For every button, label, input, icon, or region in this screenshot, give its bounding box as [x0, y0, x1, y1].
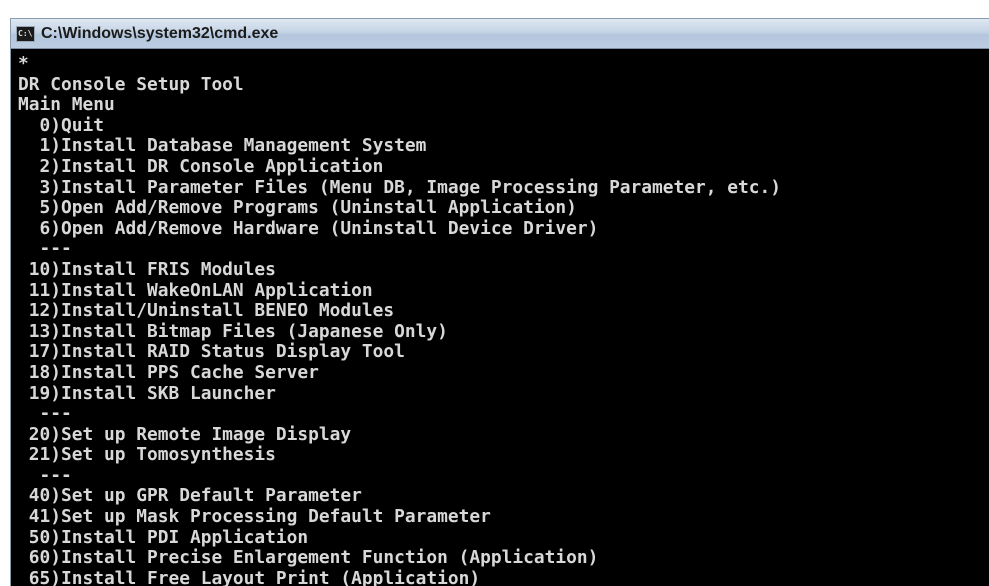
title-bar[interactable]: C:\ C:\Windows\system32\cmd.exe	[11, 19, 989, 49]
menu-item-40: 40)Set up GPR Default Parameter	[18, 486, 362, 507]
menu-item-19: 19)Install SKB Launcher	[18, 383, 276, 404]
menu-item-21: 21)Set up Tomosynthesis	[18, 445, 276, 466]
menu-item-17: 17)Install RAID Status Display Tool	[18, 342, 405, 363]
menu-separator: ---	[18, 404, 72, 425]
menu-item-2: 2)Install DR Console Application	[18, 156, 384, 177]
menu-item-6: 6)Open Add/Remove Hardware (Uninstall De…	[18, 218, 599, 239]
cmd-window: C:\ C:\Windows\system32\cmd.exe * DR Con…	[10, 18, 989, 586]
menu-separator: ---	[18, 465, 72, 486]
menu-item-5: 5)Open Add/Remove Programs (Uninstall Ap…	[18, 198, 577, 219]
menu-item-11: 11)Install WakeOnLAN Application	[18, 280, 373, 301]
menu-item-quit: 0)Quit	[18, 115, 104, 136]
menu-item-65: 65)Install Free Layout Print (Applicatio…	[18, 568, 481, 586]
menu-item-60: 60)Install Precise Enlargement Function …	[18, 548, 599, 569]
menu-item-50: 50)Install PDI Application	[18, 527, 309, 548]
window-title: C:\Windows\system32\cmd.exe	[41, 24, 279, 42]
menu-item-3: 3)Install Parameter Files (Menu DB, Imag…	[18, 177, 782, 198]
menu-item-12: 12)Install/Uninstall BENEO Modules	[18, 301, 395, 322]
console-line: *	[18, 54, 29, 74]
menu-item-20: 20)Set up Remote Image Display	[18, 424, 352, 445]
menu-item-18: 18)Install PPS Cache Server	[18, 362, 319, 383]
menu-separator: ---	[18, 239, 72, 260]
menu-item-10: 10)Install FRIS Modules	[18, 259, 276, 280]
menu-item-13: 13)Install Bitmap Files (Japanese Only)	[18, 321, 448, 342]
cmd-icon[interactable]: C:\	[16, 25, 35, 42]
console-line: Main Menu	[18, 95, 115, 116]
console-line: DR Console Setup Tool	[18, 74, 244, 95]
console-output[interactable]: * DR Console Setup Tool Main Menu 0)Quit…	[11, 50, 989, 586]
menu-item-41: 41)Set up Mask Processing Default Parame…	[18, 507, 491, 528]
menu-item-1: 1)Install Database Management System	[18, 136, 427, 157]
